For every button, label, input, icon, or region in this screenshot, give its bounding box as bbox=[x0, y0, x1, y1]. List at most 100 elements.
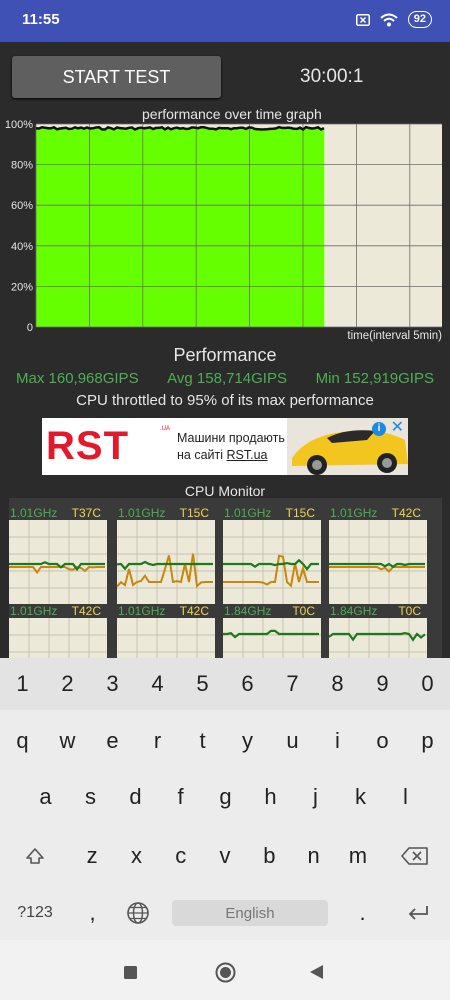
key-h[interactable]: h bbox=[248, 772, 293, 822]
key-6[interactable]: 6 bbox=[225, 658, 270, 710]
key-r[interactable]: r bbox=[135, 716, 180, 766]
status-time: 11:55 bbox=[22, 11, 60, 28]
y-tick-label: 20% bbox=[11, 281, 33, 293]
ad-line2: на сайті RST.ua bbox=[177, 448, 268, 462]
key-d[interactable]: d bbox=[113, 772, 158, 822]
cpu-core-freq: 1.01GHz bbox=[10, 506, 58, 520]
back-icon[interactable] bbox=[309, 964, 324, 980]
cpu-core-temp: T0C bbox=[292, 604, 315, 618]
backspace-key[interactable] bbox=[380, 830, 450, 882]
cpu-core-temp: T42C bbox=[391, 506, 421, 520]
key-7[interactable]: 7 bbox=[270, 658, 315, 710]
key-k[interactable]: k bbox=[338, 772, 383, 822]
cpu-core-cell: 1.01GHz T15C bbox=[117, 506, 215, 604]
key-x[interactable]: x bbox=[114, 830, 158, 882]
key-c[interactable]: c bbox=[159, 830, 203, 882]
key-n[interactable]: n bbox=[291, 830, 335, 882]
cpu-core-cell: 1.01GHz T42C bbox=[329, 506, 427, 604]
key-a[interactable]: a bbox=[23, 772, 68, 822]
ad-info-icon[interactable]: i bbox=[372, 422, 386, 436]
cpu-core-freq: 1.01GHz bbox=[224, 506, 272, 520]
key-b[interactable]: b bbox=[247, 830, 291, 882]
key-i[interactable]: i bbox=[315, 716, 360, 766]
shift-key[interactable] bbox=[0, 830, 70, 882]
key-l[interactable]: l bbox=[383, 772, 428, 822]
cpu-core-chart bbox=[9, 520, 107, 604]
performance-graph: 100% 80% 60% 40% 20% 0 time(interval 5min) bbox=[5, 120, 442, 342]
key-p[interactable]: p bbox=[405, 716, 450, 766]
key-w[interactable]: w bbox=[45, 716, 90, 766]
key-e[interactable]: e bbox=[90, 716, 135, 766]
globe-icon bbox=[126, 902, 149, 924]
cpu-core-temp: T15C bbox=[179, 506, 209, 520]
key-8[interactable]: 8 bbox=[315, 658, 360, 710]
perf-max: Max 160,968GIPS bbox=[16, 370, 139, 387]
ad-close-icon[interactable]: ✕ bbox=[391, 420, 404, 436]
key-q[interactable]: q bbox=[0, 716, 45, 766]
key-u[interactable]: u bbox=[270, 716, 315, 766]
y-tick-label: 40% bbox=[11, 241, 33, 253]
shift-icon bbox=[26, 848, 44, 864]
key-j[interactable]: j bbox=[293, 772, 338, 822]
key-5[interactable]: 5 bbox=[180, 658, 225, 710]
keyboard-row-2: asdfghjkl bbox=[0, 772, 450, 822]
cpu-core-temp: T42C bbox=[71, 604, 101, 618]
keyboard-row-1: qwertyuiop bbox=[0, 716, 450, 766]
number-row: 1234567890 bbox=[0, 658, 450, 710]
cpu-core-temp: T42C bbox=[179, 604, 209, 618]
key-g[interactable]: g bbox=[203, 772, 248, 822]
cpu-core-freq: 1.01GHz bbox=[118, 604, 166, 618]
key-1[interactable]: 1 bbox=[0, 658, 45, 710]
key-m[interactable]: m bbox=[336, 830, 380, 882]
space-key-wrap[interactable]: English bbox=[160, 900, 340, 926]
start-test-button[interactable]: START TEST bbox=[12, 56, 221, 98]
ad-link[interactable]: RST.ua bbox=[227, 448, 268, 462]
system-nav-bar bbox=[0, 940, 450, 1000]
key-z[interactable]: z bbox=[70, 830, 114, 882]
key-y[interactable]: y bbox=[225, 716, 270, 766]
status-bar: 11:55 92 bbox=[0, 0, 450, 42]
perf-avg: Avg 158,714GIPS bbox=[167, 370, 287, 387]
battery-icon: 92 bbox=[407, 11, 432, 28]
key-v[interactable]: v bbox=[203, 830, 247, 882]
enter-icon bbox=[408, 906, 428, 920]
key-9[interactable]: 9 bbox=[360, 658, 405, 710]
key-4[interactable]: 4 bbox=[135, 658, 180, 710]
key-f[interactable]: f bbox=[158, 772, 203, 822]
throttle-text: CPU throttled to 95% of its max performa… bbox=[76, 392, 374, 409]
key-3[interactable]: 3 bbox=[90, 658, 135, 710]
space-key[interactable]: English bbox=[172, 900, 328, 926]
cpu-monitor-grid: 1.01GHz T37C 1.01GHz T15C 1.01GHz T15C 1.01GHz… bbox=[9, 498, 442, 702]
cpu-core-cell: 1.01GHz T15C bbox=[223, 506, 321, 604]
period-key[interactable]: . bbox=[340, 900, 385, 926]
key-2[interactable]: 2 bbox=[45, 658, 90, 710]
cpu-core-temp: T0C bbox=[398, 604, 421, 618]
cpu-core-freq: 1.84GHz bbox=[224, 604, 272, 618]
keyboard-row-4: ?123 , English . bbox=[0, 888, 450, 938]
enter-key[interactable] bbox=[385, 904, 450, 922]
ad-copy: Машини продають на сайті RST.ua bbox=[177, 430, 285, 464]
cpu-core-freq: 1.01GHz bbox=[118, 506, 166, 520]
comma-key[interactable]: , bbox=[70, 900, 115, 926]
cpu-core-temp: T37C bbox=[71, 506, 101, 520]
performance-fill bbox=[36, 128, 325, 327]
keyboard-row-3: zxcvbnm bbox=[0, 830, 450, 882]
symbols-key[interactable]: ?123 bbox=[0, 904, 70, 922]
cpu-core-chart bbox=[329, 520, 427, 604]
ad-banner[interactable]: RST .UA Машини продають на сайті RST.ua … bbox=[42, 418, 408, 475]
key-o[interactable]: o bbox=[360, 716, 405, 766]
ad-logo-sub: .UA bbox=[160, 426, 171, 432]
key-t[interactable]: t bbox=[180, 716, 225, 766]
performance-stats: Max 160,968GIPS Avg 158,714GIPS Min 152,… bbox=[0, 370, 450, 387]
performance-heading: Performance bbox=[173, 345, 277, 365]
language-key[interactable] bbox=[115, 901, 160, 925]
cpu-core-chart bbox=[223, 520, 321, 604]
recents-icon[interactable] bbox=[124, 966, 137, 979]
key-s[interactable]: s bbox=[68, 772, 113, 822]
soft-keyboard: 1234567890 qwertyuiop asdfghjkl zxcvbnm … bbox=[0, 658, 450, 940]
cpu-core-chart bbox=[117, 520, 215, 604]
key-0[interactable]: 0 bbox=[405, 658, 450, 710]
home-icon[interactable] bbox=[215, 962, 236, 983]
graph-x-label: time(interval 5min) bbox=[347, 330, 442, 342]
ad-logo: RST bbox=[46, 424, 129, 468]
